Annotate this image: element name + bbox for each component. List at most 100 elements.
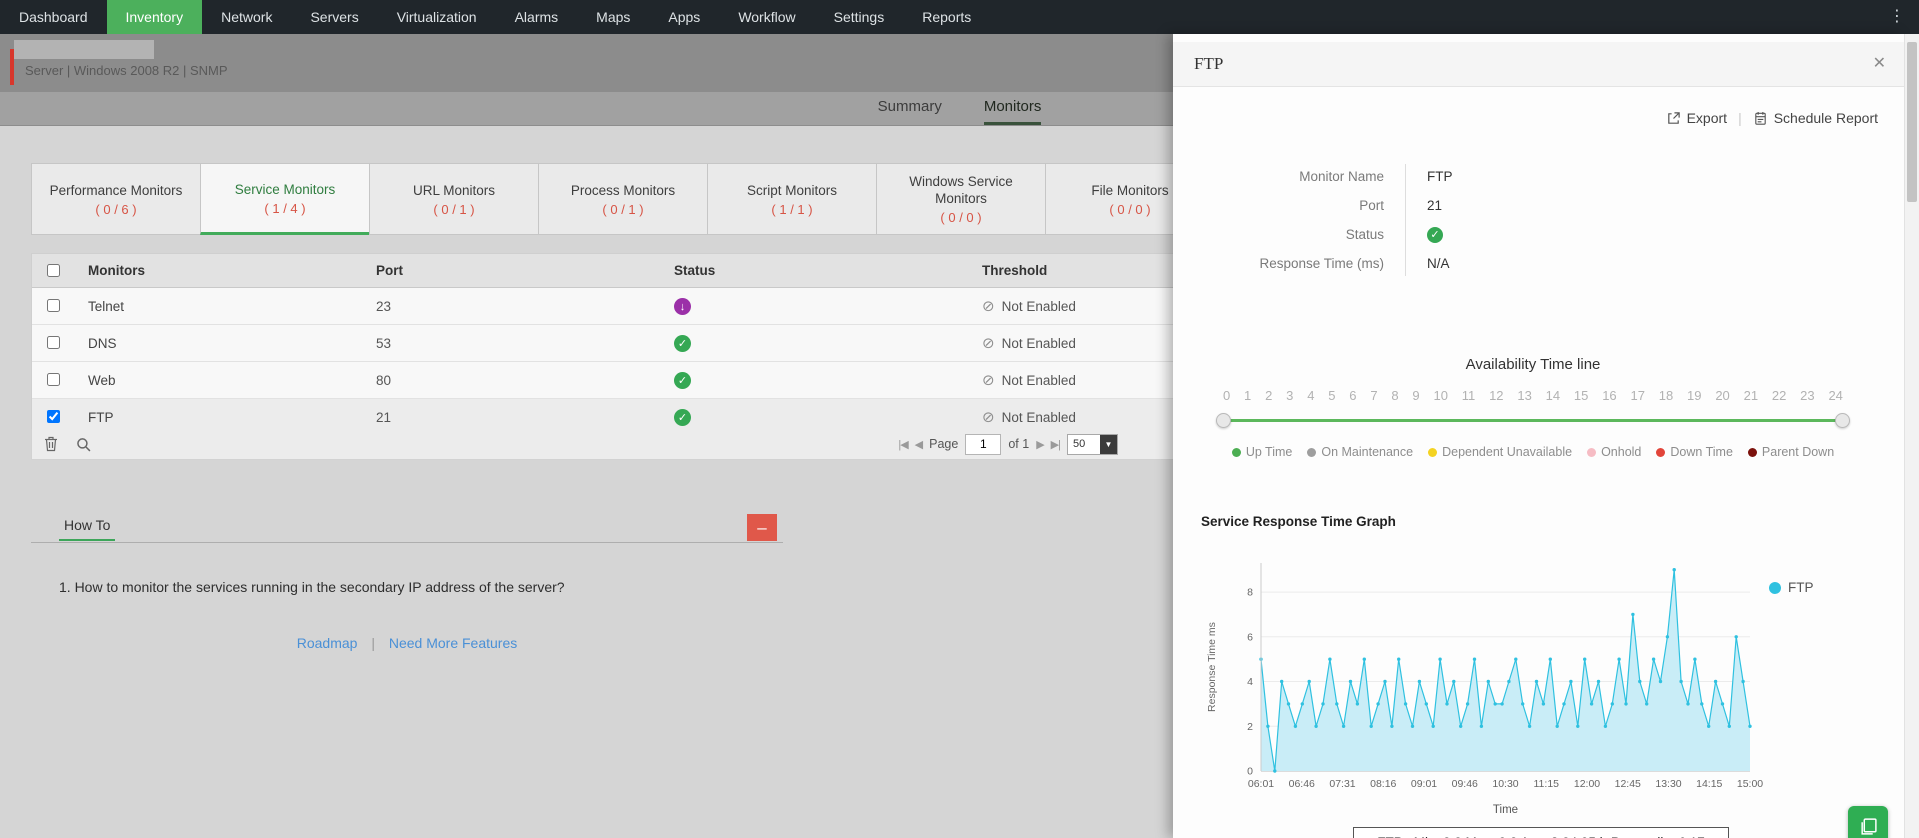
page-number-input[interactable] — [965, 433, 1002, 455]
kebab-menu-icon[interactable]: ⋮ — [1875, 0, 1919, 34]
page-size-select[interactable]: 50 ▼ — [1067, 433, 1118, 455]
nav-item-settings[interactable]: Settings — [815, 0, 904, 34]
tab-label: Script Monitors — [746, 182, 838, 198]
legend-item-onhold: Onhold — [1587, 445, 1641, 459]
scale-tick: 1 — [1244, 388, 1252, 403]
chart-legend[interactable]: FTP — [1769, 580, 1814, 595]
device-name-redacted — [14, 40, 154, 59]
svg-text:09:46: 09:46 — [1452, 778, 1478, 790]
legend-item-up-time: Up Time — [1231, 445, 1292, 459]
scale-tick: 21 — [1743, 388, 1759, 403]
monitor-port: 23 — [376, 298, 392, 314]
table-header-row: Monitors Port Status Threshold — [32, 254, 1190, 288]
tab-process-monitors[interactable]: Process Monitors ( 0 / 1 ) — [538, 163, 708, 235]
slider-handle-left[interactable] — [1216, 413, 1231, 428]
pagination: |◀ ◀ Page of 1 ▶ ▶| 50 ▼ — [898, 433, 1118, 455]
schedule-report-button[interactable]: Schedule Report — [1753, 110, 1878, 126]
scale-tick: 23 — [1800, 388, 1815, 403]
nav-item-reports[interactable]: Reports — [903, 0, 990, 34]
nav-item-network[interactable]: Network — [202, 0, 291, 34]
availability-scale: 0 1 2 3 4 5 6 7 8 9 10 11 12 13 14 15 16 17 18 19 20 21 22 23 24 — [1223, 388, 1843, 403]
status-up-icon — [674, 335, 691, 352]
first-page-icon[interactable]: |◀ — [898, 438, 908, 451]
howto-question-link[interactable]: 1. How to monitor the services running i… — [59, 579, 783, 595]
legend-dot — [1231, 447, 1241, 457]
series-dot-ftp — [1769, 581, 1781, 594]
row-checkbox[interactable] — [47, 372, 60, 386]
availability-legend: Up Time On Maintenance Dependent Unavail… — [1193, 445, 1873, 459]
tab-label: File Monitors — [1091, 182, 1169, 198]
tab-monitors[interactable]: Monitors — [983, 92, 1042, 125]
tab-label: Windows Service Monitors — [909, 174, 1013, 206]
nav-item-servers[interactable]: Servers — [291, 0, 377, 34]
drawer-header: FTP ✕ — [1173, 42, 1904, 87]
device-subtitle: Server | Windows 2008 R2 | SNMP — [25, 63, 228, 78]
report-fab-button[interactable] — [1848, 806, 1888, 838]
scale-tick: 22 — [1771, 388, 1787, 403]
column-header-status[interactable]: Status — [670, 263, 978, 278]
column-header-threshold[interactable]: Threshold — [978, 263, 1190, 278]
slider-uptime-range — [1223, 419, 1843, 422]
status-down-icon — [674, 298, 691, 316]
scale-tick: 7 — [1370, 388, 1378, 403]
roadmap-link[interactable]: Roadmap — [297, 635, 358, 651]
prev-page-icon[interactable]: ◀ — [915, 438, 924, 451]
slider-handle-right[interactable] — [1835, 413, 1850, 428]
select-all-checkbox[interactable] — [47, 264, 60, 277]
export-icon — [1667, 111, 1680, 124]
scrollbar-thumb[interactable] — [1907, 42, 1917, 202]
row-checkbox[interactable] — [47, 298, 60, 312]
nav-item-workflow[interactable]: Workflow — [719, 0, 814, 34]
need-more-features-link[interactable]: Need More Features — [389, 635, 517, 651]
detail-value-port: 21 — [1427, 198, 1443, 213]
nav-item-apps[interactable]: Apps — [649, 0, 719, 34]
next-page-icon[interactable]: ▶ — [1036, 438, 1045, 451]
status-up-icon — [674, 372, 691, 389]
nav-item-maps[interactable]: Maps — [577, 0, 649, 34]
nav-item-virtualization[interactable]: Virtualization — [378, 0, 496, 34]
table-row[interactable]: Web 80 ⊘ Not Enabled — [32, 362, 1190, 399]
column-header-port[interactable]: Port — [372, 263, 670, 278]
monitor-port: 53 — [376, 335, 392, 351]
tab-service-monitors[interactable]: Service Monitors ( 1 / 4 ) — [200, 163, 370, 235]
row-checkbox[interactable] — [47, 409, 60, 423]
svg-text:07:31: 07:31 — [1329, 778, 1355, 790]
tab-windows-service-monitors[interactable]: Windows Service Monitors ( 0 / 0 ) — [876, 163, 1046, 235]
table-row[interactable]: Telnet 23 ⊘ Not Enabled — [32, 288, 1190, 325]
row-checkbox[interactable] — [47, 335, 60, 349]
detail-label: Status — [1345, 227, 1384, 242]
nav-item-alarms[interactable]: Alarms — [496, 0, 578, 34]
chevron-down-icon: ▼ — [1100, 434, 1117, 454]
nav-item-inventory[interactable]: Inventory — [106, 0, 203, 34]
tab-url-monitors[interactable]: URL Monitors ( 0 / 1 ) — [369, 163, 539, 235]
legend-item-dependent-unavailable: Dependent Unavailable — [1428, 445, 1572, 459]
svg-text:8: 8 — [1247, 587, 1253, 599]
column-header-monitors[interactable]: Monitors — [74, 263, 372, 278]
export-button[interactable]: Export — [1666, 110, 1727, 126]
delete-icon[interactable] — [44, 436, 58, 452]
monitor-type-tabs: Performance Monitors ( 0 / 6 ) Service M… — [31, 163, 1215, 235]
scale-tick: 17 — [1630, 388, 1645, 403]
legend-dot — [1428, 447, 1438, 457]
export-label: Export — [1686, 110, 1728, 126]
search-icon[interactable] — [76, 437, 91, 452]
legend-dot — [1747, 447, 1757, 457]
tab-script-monitors[interactable]: Script Monitors ( 1 / 1 ) — [707, 163, 877, 235]
svg-text:12:45: 12:45 — [1615, 778, 1641, 790]
tab-summary[interactable]: Summary — [878, 92, 942, 125]
last-page-icon[interactable]: ▶| — [1051, 438, 1061, 451]
collapse-button[interactable]: – — [747, 514, 777, 541]
svg-text:4: 4 — [1247, 676, 1253, 688]
scale-tick: 0 — [1223, 388, 1231, 403]
report-copy-icon — [1860, 817, 1877, 835]
tab-how-to[interactable]: How To — [59, 512, 116, 541]
series-label-ftp: FTP — [1788, 580, 1814, 595]
nav-item-dashboard[interactable]: Dashboard — [0, 0, 107, 34]
svg-text:09:01: 09:01 — [1411, 778, 1437, 790]
svg-text:06:01: 06:01 — [1248, 778, 1274, 790]
close-icon[interactable]: ✕ — [1873, 42, 1886, 86]
table-row[interactable]: DNS 53 ⊘ Not Enabled — [32, 325, 1190, 362]
tab-label: Performance Monitors — [49, 182, 183, 198]
tab-performance-monitors[interactable]: Performance Monitors ( 0 / 6 ) — [31, 163, 201, 235]
not-enabled-icon: ⊘ — [982, 334, 995, 352]
